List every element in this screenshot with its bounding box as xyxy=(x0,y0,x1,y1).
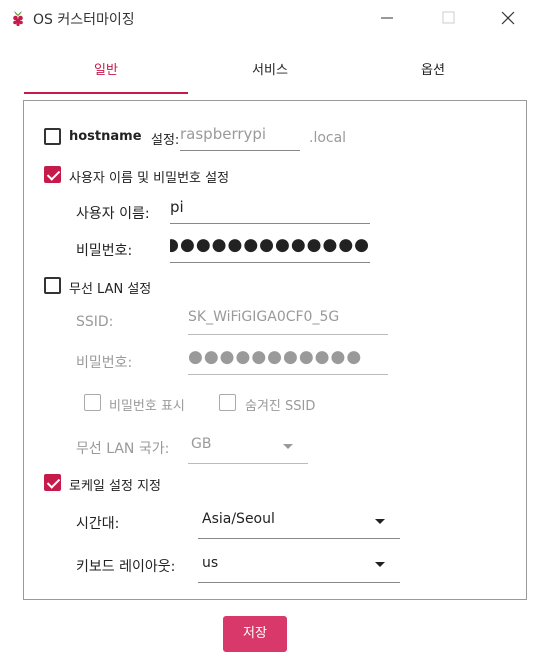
hostname-input[interactable]: raspberrypi xyxy=(180,123,300,151)
general-settings-panel: hostname 설정: raspberrypi .local 사용자 이름 및… xyxy=(23,100,527,600)
keyboard-label: 키보드 레이아웃: xyxy=(76,559,176,575)
timezone-dropdown-icon xyxy=(375,519,385,524)
tab-bar: 일반 서비스 옵션 xyxy=(24,52,514,94)
tab-options[interactable]: 옵션 xyxy=(352,52,514,94)
hidden-ssid-label: 숨겨진 SSID xyxy=(245,399,316,414)
tab-services[interactable]: 서비스 xyxy=(188,52,352,94)
wifi-password-input[interactable]: ●●●●●●●●●●● xyxy=(188,345,388,375)
hostname-label-en: hostname xyxy=(69,129,142,144)
user-settings-checkbox[interactable] xyxy=(44,166,61,183)
wifi-password-label: 비밀번호: xyxy=(76,355,133,371)
close-icon[interactable] xyxy=(498,8,518,28)
wifi-label: 무선 LAN 설정 xyxy=(69,282,152,297)
maximize-icon[interactable] xyxy=(438,8,458,28)
raspberry-pi-icon xyxy=(13,11,23,27)
user-settings-label: 사용자 이름 및 비밀번호 설정 xyxy=(69,171,230,186)
minimize-icon[interactable] xyxy=(377,8,397,28)
keyboard-value: us xyxy=(202,555,219,571)
tab-general[interactable]: 일반 xyxy=(24,52,188,94)
username-label: 사용자 이름: xyxy=(76,206,150,222)
save-button[interactable]: 저장 xyxy=(223,616,287,652)
ssid-label: SSID: xyxy=(76,314,114,330)
timezone-value: Asia/Seoul xyxy=(202,511,275,527)
locale-checkbox[interactable] xyxy=(44,474,61,491)
ssid-input[interactable]: SK_WiFiGIGA0CF0_5G xyxy=(188,307,388,335)
password-input[interactable]: ●●●●●●●●●●●●●●● xyxy=(170,233,370,263)
show-password-label: 비밀번호 표시 xyxy=(109,399,185,414)
wifi-country-dropdown-icon xyxy=(283,444,293,449)
password-label: 비밀번호: xyxy=(76,243,133,259)
timezone-select[interactable]: Asia/Seoul xyxy=(198,506,400,539)
wifi-country-value: GB xyxy=(191,436,212,452)
show-password-checkbox[interactable] xyxy=(84,394,101,411)
locale-label: 로케일 설정 지정 xyxy=(69,479,161,494)
keyboard-dropdown-icon xyxy=(375,562,385,567)
window-title: OS 커스터마이징 xyxy=(33,12,135,28)
hostname-checkbox[interactable] xyxy=(44,128,61,145)
wifi-country-label: 무선 LAN 국가: xyxy=(76,441,170,457)
hostname-suffix: .local xyxy=(309,130,347,146)
wifi-checkbox[interactable] xyxy=(44,277,61,294)
hidden-ssid-checkbox[interactable] xyxy=(219,394,236,411)
hostname-label-ko: 설정: xyxy=(151,133,180,148)
keyboard-select[interactable]: us xyxy=(198,550,400,583)
username-input[interactable]: pi xyxy=(170,196,370,224)
title-bar: OS 커스터마이징 xyxy=(0,0,533,36)
timezone-label: 시간대: xyxy=(76,516,120,532)
